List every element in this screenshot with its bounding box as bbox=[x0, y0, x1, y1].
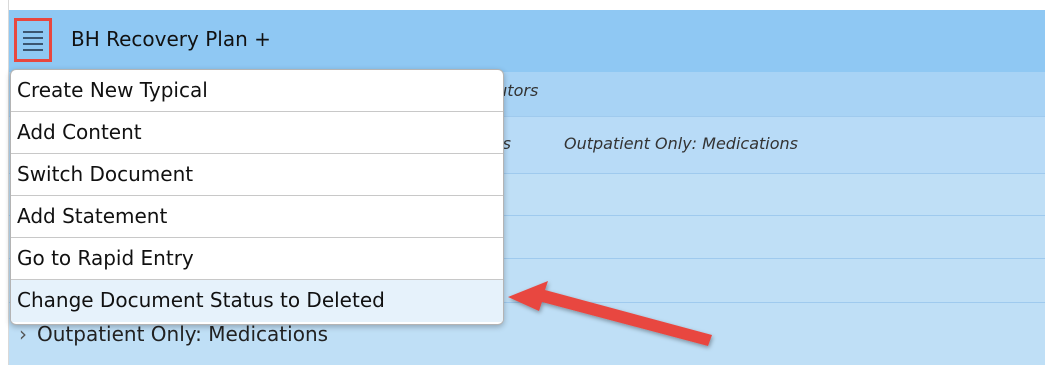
red-arrow-annotation bbox=[508, 281, 712, 346]
arrow-shape bbox=[508, 281, 712, 346]
